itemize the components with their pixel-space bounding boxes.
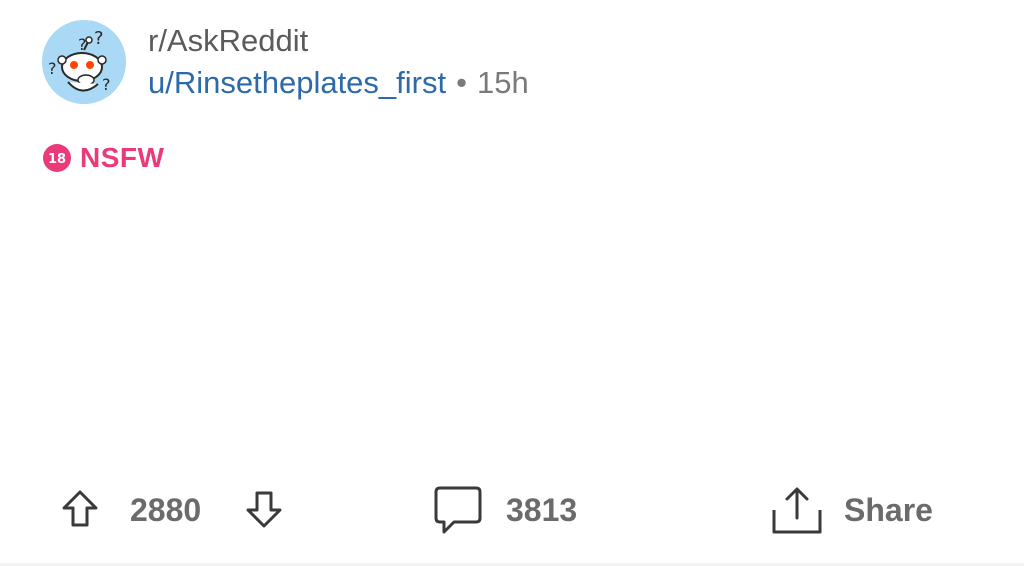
post-action-bar: 2880 3813 Share bbox=[0, 482, 1024, 542]
nsfw-badge-number: 18 bbox=[48, 152, 66, 167]
upvote-arrow-icon[interactable] bbox=[60, 488, 100, 530]
author-link[interactable]: u/Rinsetheplates_first bbox=[148, 65, 446, 100]
svg-text:?: ? bbox=[94, 28, 104, 49]
comment-count[interactable]: 3813 bbox=[506, 492, 577, 529]
post-meta: u/Rinsetheplates_first • 15h bbox=[148, 64, 529, 102]
share-icon[interactable] bbox=[770, 484, 824, 538]
nsfw-label: NSFW bbox=[80, 142, 165, 173]
svg-text:?: ? bbox=[102, 75, 111, 94]
downvote-arrow-icon[interactable] bbox=[244, 488, 284, 530]
nsfw-18-icon: 18 bbox=[42, 143, 72, 173]
share-button[interactable]: Share bbox=[844, 492, 933, 529]
subreddit-name[interactable]: r/AskReddit bbox=[148, 22, 308, 60]
subreddit-avatar[interactable]: ? ? ? ? bbox=[42, 20, 126, 104]
comment-bubble-icon[interactable] bbox=[432, 484, 484, 536]
snoo-avatar-icon: ? ? ? ? bbox=[42, 20, 126, 104]
nsfw-tag: 18 NSFW bbox=[42, 142, 164, 174]
post-age: 15h bbox=[476, 65, 529, 100]
meta-separator: • bbox=[456, 65, 467, 100]
svg-text:?: ? bbox=[78, 35, 87, 54]
vote-score: 2880 bbox=[130, 492, 202, 528]
svg-text:?: ? bbox=[48, 59, 57, 78]
